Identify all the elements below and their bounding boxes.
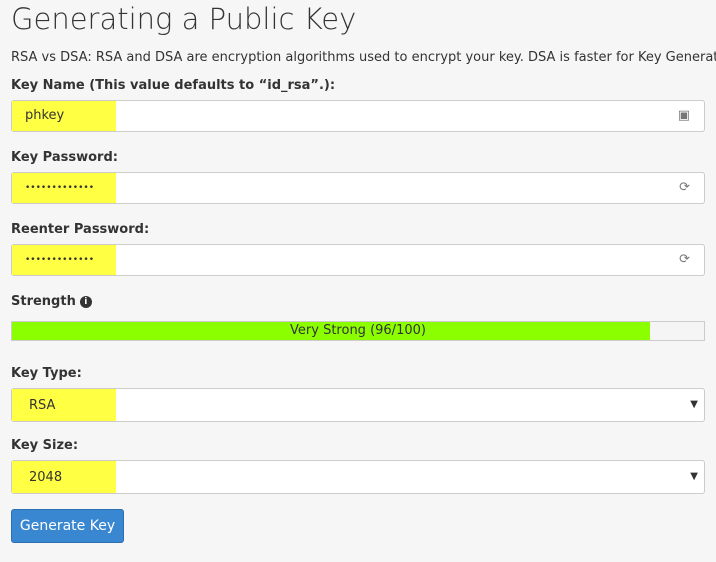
password-generator-icon[interactable]: ⟳ <box>679 180 690 195</box>
caret-down-icon: ▼ <box>690 471 698 482</box>
key-type-label: Key Type: <box>11 366 82 381</box>
page-title: Generating a Public Key <box>11 2 357 36</box>
highlight <box>12 461 116 493</box>
description: RSA vs DSA: RSA and DSA are encryption a… <box>11 50 716 65</box>
key-name-value: phkey <box>25 108 65 123</box>
key-type-value: RSA <box>29 398 56 413</box>
strength-meter: Very Strong (96/100) <box>11 321 705 341</box>
strength-label: Strength i <box>11 294 92 309</box>
key-password-label: Key Password: <box>11 150 118 165</box>
key-size-select[interactable]: 2048 ▼ <box>11 460 705 494</box>
caret-down-icon: ▼ <box>690 399 698 410</box>
reenter-password-label: Reenter Password: <box>11 222 150 237</box>
key-name-label: Key Name (This value defaults to “id_rsa… <box>11 78 336 93</box>
contact-card-icon[interactable]: ▣ <box>678 108 690 123</box>
highlight <box>12 389 116 421</box>
strength-label-text: Strength <box>11 294 76 309</box>
key-size-value: 2048 <box>29 470 63 485</box>
password-generator-icon[interactable]: ⟳ <box>679 252 690 267</box>
key-type-select[interactable]: RSA ▼ <box>11 388 705 422</box>
generate-key-button[interactable]: Generate Key <box>11 509 124 543</box>
key-password-input[interactable]: ••••••••••••• ⟳ <box>11 172 705 204</box>
reenter-password-input[interactable]: ••••••••••••• ⟳ <box>11 244 705 276</box>
key-name-input[interactable]: phkey ▣ <box>11 100 705 132</box>
strength-text: Very Strong (96/100) <box>290 323 426 338</box>
reenter-password-value: ••••••••••••• <box>25 255 95 265</box>
info-icon[interactable]: i <box>79 296 92 308</box>
key-password-value: ••••••••••••• <box>25 183 95 193</box>
key-size-label: Key Size: <box>11 438 79 453</box>
